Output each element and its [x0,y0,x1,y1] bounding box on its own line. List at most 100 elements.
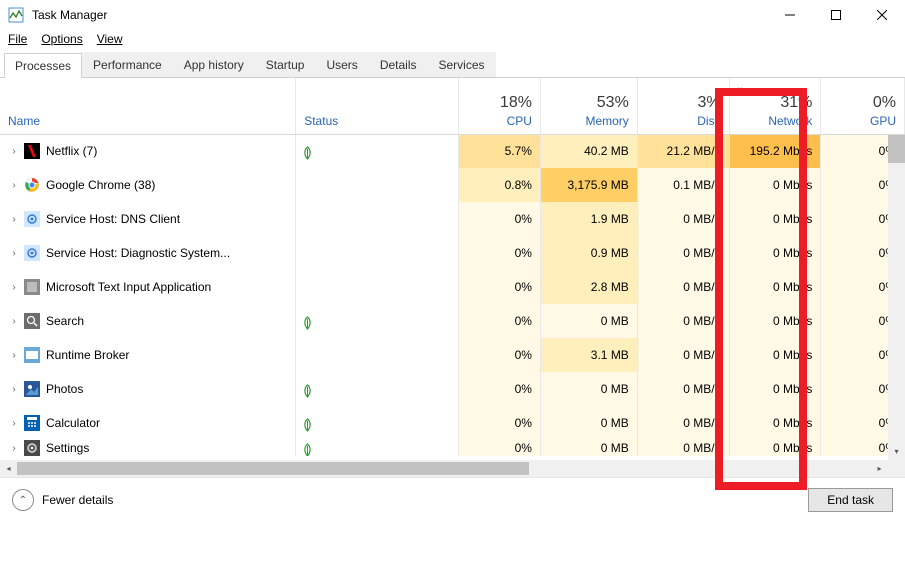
minimize-button[interactable] [767,0,813,30]
process-name-cell[interactable]: › Netflix (7) [0,134,296,168]
menu-view[interactable]: View [97,32,123,46]
scroll-down-arrow-icon[interactable]: ▾ [888,443,905,460]
status-cell [296,168,459,202]
process-name-cell[interactable]: › Service Host: DNS Client [0,202,296,236]
table-row[interactable]: ›Photos0%0 MB0 MB/s0 Mbps0% [0,372,905,406]
horizontal-scroll-thumb[interactable] [17,462,529,475]
expand-chevron-icon[interactable]: › [8,316,20,327]
menubar: File Options View [0,30,905,52]
process-name-cell[interactable]: ›Calculator [0,406,296,440]
table-row[interactable]: ›Calculator0%0 MB0 MB/s0 Mbps0% [0,406,905,440]
cpu-cell: 0% [459,440,541,456]
process-name-label: Microsoft Text Input Application [46,280,211,294]
end-task-button[interactable]: End task [808,488,893,512]
col-gpu-header[interactable]: 0% GPU [821,78,905,134]
process-name-label: Service Host: DNS Client [46,212,180,226]
process-name-cell[interactable]: ›Google Chrome (38) [0,168,296,202]
cpu-cell: 0% [459,304,541,338]
process-name-cell[interactable]: › Service Host: Diagnostic System... [0,236,296,270]
network-cell: 0 Mbps [729,372,821,406]
scroll-left-arrow-icon[interactable]: ◂ [0,464,17,473]
col-cpu-header[interactable]: 18% CPU [459,78,541,134]
gear-icon [24,211,40,227]
table-row[interactable]: ›Runtime Broker0%3.1 MB0 MB/s0 Mbps0% [0,338,905,372]
col-network-header[interactable]: ⌄ 31% Network [729,78,821,134]
cpu-cell: 0% [459,372,541,406]
status-cell [296,236,459,270]
network-cell: 0 Mbps [729,338,821,372]
expand-chevron-icon[interactable]: › [8,384,20,395]
scroll-right-arrow-icon[interactable]: ▸ [871,464,888,473]
tab-users[interactable]: Users [315,52,368,77]
expand-chevron-icon[interactable]: › [8,443,20,454]
gear2-icon [24,440,40,456]
expand-chevron-icon[interactable]: › [8,282,20,293]
window-title: Task Manager [32,8,767,22]
process-name-cell[interactable]: › Settings [0,440,296,456]
memory-cell: 0 MB [540,440,637,456]
expand-chevron-icon[interactable]: › [8,146,20,157]
table-row[interactable]: ›Service Host: DNS Client0%1.9 MB0 MB/s0… [0,202,905,236]
tab-processes[interactable]: Processes [4,53,82,78]
status-cell [296,304,459,338]
memory-cell: 3,175.9 MB [540,168,637,202]
expand-chevron-icon[interactable]: › [8,180,20,191]
close-button[interactable] [859,0,905,30]
network-cell: 0 Mbps [729,236,821,270]
expand-chevron-icon[interactable]: › [8,248,20,259]
table-row[interactable]: ›Google Chrome (38)0.8%3,175.9 MB0.1 MB/… [0,168,905,202]
network-cell: 0 Mbps [729,270,821,304]
expand-chevron-icon[interactable]: › [8,418,20,429]
col-status-header[interactable]: Status [296,78,459,134]
expand-chevron-icon[interactable]: › [8,214,20,225]
status-cell [296,406,459,440]
tab-performance[interactable]: Performance [82,52,173,77]
process-name-label: Search [46,314,84,328]
memory-cell: 0 MB [540,406,637,440]
horizontal-scrollbar[interactable]: ◂ ▸ [0,460,888,477]
netflix-icon [24,143,40,159]
tab-startup[interactable]: Startup [255,52,316,77]
vertical-scrollbar[interactable]: ▾ [888,135,905,460]
status-cell [296,440,459,456]
process-name-label: Settings [46,441,89,455]
menu-options[interactable]: Options [41,32,82,46]
menu-file[interactable]: File [8,32,27,46]
tab-services[interactable]: Services [428,52,496,77]
maximize-button[interactable] [813,0,859,30]
table-row[interactable]: ›Settings0%0 MB0 MB/s0 Mbps0% [0,440,905,456]
process-name-label: Photos [46,382,83,396]
app-icon [24,279,40,295]
col-disk-header[interactable]: 3% Disk [637,78,729,134]
process-name-cell[interactable]: › Microsoft Text Input Application [0,270,296,304]
status-cell [296,338,459,372]
cpu-cell: 0% [459,270,541,304]
process-name-label: Netflix (7) [46,144,97,158]
process-name-cell[interactable]: ›Runtime Broker [0,338,296,372]
runtime-icon [24,347,40,363]
status-cell [296,202,459,236]
fewer-details-toggle[interactable]: ⌃ Fewer details [12,489,113,511]
process-name-label: Service Host: Diagnostic System... [46,246,230,260]
process-name-cell[interactable]: › Photos [0,372,296,406]
table-row[interactable]: ›Microsoft Text Input Application0%2.8 M… [0,270,905,304]
expand-chevron-icon[interactable]: › [8,350,20,361]
vertical-scroll-thumb[interactable] [888,135,905,163]
col-memory-header[interactable]: 53% Memory [540,78,637,134]
tab-details[interactable]: Details [369,52,428,77]
network-cell: 0 Mbps [729,440,821,456]
disk-cell: 21.2 MB/s [637,134,729,168]
cpu-cell: 0% [459,406,541,440]
col-name-header[interactable]: Name [0,78,296,134]
calculator-icon [24,415,40,431]
table-row[interactable]: ›Service Host: Diagnostic System...0%0.9… [0,236,905,270]
process-name-cell[interactable]: › Search [0,304,296,338]
table-row[interactable]: ›Search0%0 MB0 MB/s0 Mbps0% [0,304,905,338]
disk-cell: 0 MB/s [637,338,729,372]
leaf-icon [302,443,314,455]
table-row[interactable]: ›Netflix (7)5.7%40.2 MB21.2 MB/s195.2 Mb… [0,134,905,168]
memory-cell: 1.9 MB [540,202,637,236]
memory-cell: 0 MB [540,304,637,338]
memory-cell: 0.9 MB [540,236,637,270]
tab-app-history[interactable]: App history [173,52,255,77]
